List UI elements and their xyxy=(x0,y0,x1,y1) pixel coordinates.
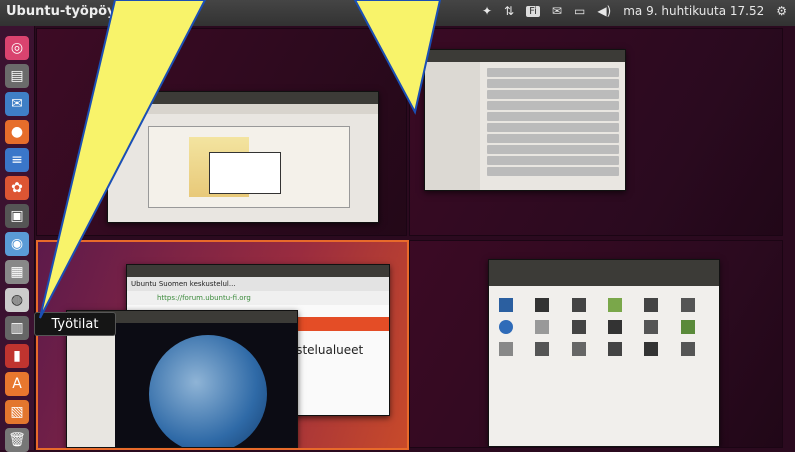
callout-left xyxy=(39,0,207,319)
callout-right xyxy=(353,0,442,115)
callout-overlay xyxy=(39,0,442,319)
